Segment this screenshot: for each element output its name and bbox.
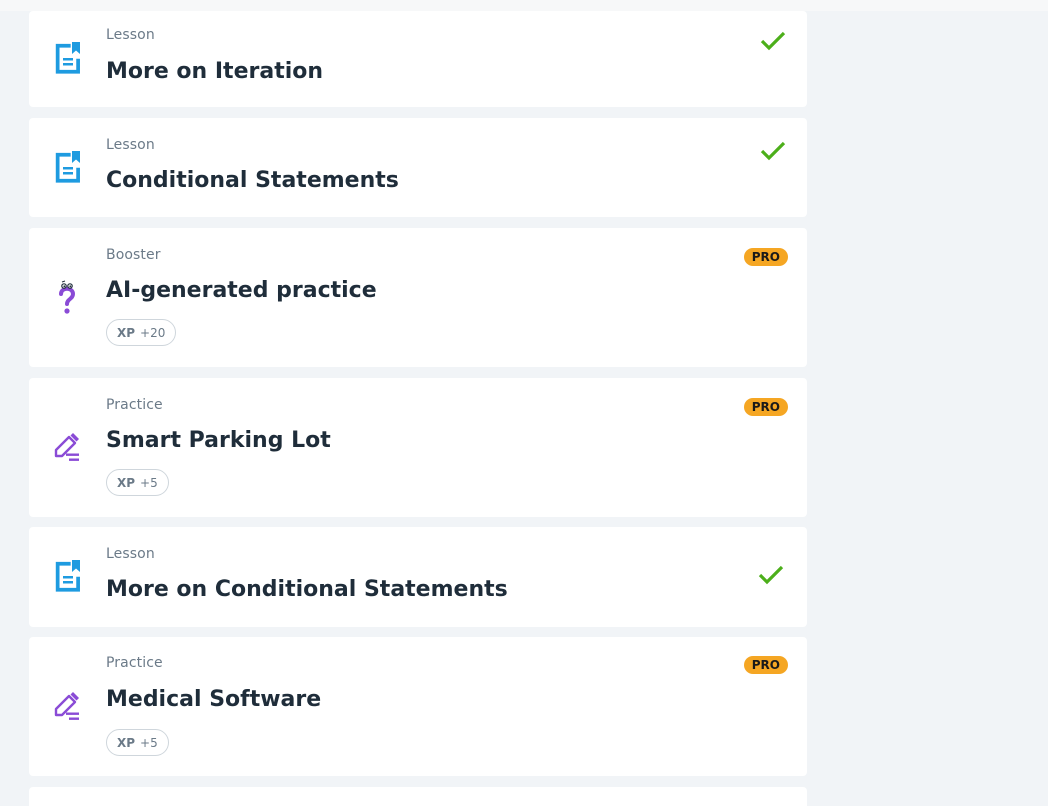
list-item[interactable]: Lesson Conditional Statements bbox=[29, 118, 807, 217]
pro-badge: PRO bbox=[743, 398, 788, 416]
item-type-label: Practice bbox=[106, 655, 163, 671]
item-title[interactable]: AI-generated practice bbox=[106, 278, 377, 303]
list-item[interactable]: Lesson More on Iteration bbox=[29, 11, 807, 107]
pencil-edit-icon bbox=[54, 692, 79, 720]
lesson-document-icon bbox=[55, 151, 80, 183]
checkmark-icon bbox=[760, 141, 786, 161]
top-strip bbox=[0, 0, 1048, 11]
xp-badge: XP +20 bbox=[106, 319, 177, 346]
checkmark-icon bbox=[758, 565, 784, 585]
pencil-edit-icon bbox=[54, 433, 79, 461]
xp-value: +5 bbox=[140, 735, 158, 750]
list-item[interactable]: Practice Medical Software XP +5 PRO bbox=[29, 637, 807, 776]
xp-label: XP bbox=[117, 475, 136, 490]
xp-badge: XP +5 bbox=[106, 729, 169, 756]
xp-value: +20 bbox=[140, 325, 166, 340]
item-type-label: Lesson bbox=[106, 27, 155, 43]
list-item[interactable]: Booster AI-generated practice XP +20 PRO bbox=[29, 228, 807, 367]
item-title[interactable]: Smart Parking Lot bbox=[106, 428, 331, 453]
xp-label: XP bbox=[117, 735, 136, 750]
question-mark-icon bbox=[59, 280, 76, 314]
item-title[interactable]: Conditional Statements bbox=[106, 168, 399, 193]
xp-label: XP bbox=[117, 325, 136, 340]
lesson-document-icon bbox=[55, 560, 80, 592]
lesson-document-icon bbox=[55, 42, 80, 74]
pro-badge: PRO bbox=[743, 656, 788, 674]
xp-value: +5 bbox=[140, 475, 158, 490]
item-title[interactable]: More on Conditional Statements bbox=[106, 577, 508, 602]
list-item[interactable]: Practice Smart Parking Lot XP +5 PRO bbox=[29, 378, 807, 517]
list-item[interactable]: Lesson More on Conditional Statements bbox=[29, 527, 807, 627]
pro-badge: PRO bbox=[743, 248, 788, 266]
item-title[interactable]: More on Iteration bbox=[106, 59, 323, 84]
checkmark-icon bbox=[760, 31, 786, 51]
xp-badge: XP +5 bbox=[106, 469, 169, 496]
item-title[interactable]: Medical Software bbox=[106, 687, 321, 712]
item-type-label: Booster bbox=[106, 247, 161, 263]
item-type-label: Lesson bbox=[106, 546, 155, 562]
list-item[interactable] bbox=[29, 787, 807, 806]
item-type-label: Practice bbox=[106, 397, 163, 413]
item-type-label: Lesson bbox=[106, 137, 155, 153]
